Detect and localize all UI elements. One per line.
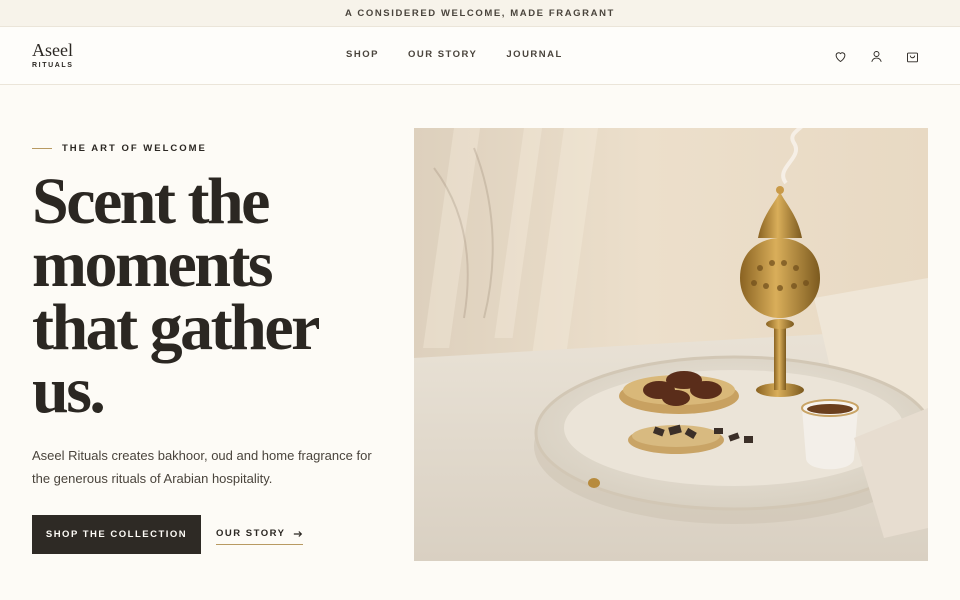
headline-line: Scent the — [32, 165, 270, 238]
our-story-link[interactable]: OUR STORY — [216, 523, 304, 545]
hero-lead: Aseel Rituals creates bakhoor, oud and h… — [32, 448, 372, 486]
arrow-right-icon — [294, 530, 303, 537]
headline-line: us. — [32, 354, 106, 427]
hero-headline: Scent the moments that gather us. — [32, 165, 392, 427]
eyebrow-text: THE ART OF WELCOME — [62, 143, 207, 154]
nav-item-journal[interactable]: JOURNAL — [506, 49, 562, 60]
eyebrow-rule — [32, 148, 52, 149]
announcement-text: A CONSIDERED WELCOME, MADE FRAGRANT — [345, 7, 615, 19]
shop-collection-label: SHOP THE COLLECTION — [45, 529, 188, 540]
user-icon[interactable] — [866, 46, 886, 66]
shop-collection-button[interactable]: SHOP THE COLLECTION — [32, 515, 201, 554]
brand-name: Aseel — [32, 40, 73, 60]
headline-line: that gather — [32, 291, 320, 364]
our-story-label: OUR STORY — [216, 528, 286, 539]
hero-image — [414, 128, 928, 561]
bag-icon[interactable] — [902, 46, 922, 66]
main-nav: SHOP OUR STORY JOURNAL — [346, 49, 563, 60]
site-header: Aseel RITUALS SHOP OUR STORY JOURNAL — [0, 27, 960, 85]
nav-item-our-story[interactable]: OUR STORY — [408, 49, 477, 60]
nav-item-shop[interactable]: SHOP — [346, 49, 379, 60]
brand-logo[interactable]: Aseel RITUALS — [32, 40, 74, 69]
announcement-bar: A CONSIDERED WELCOME, MADE FRAGRANT — [0, 0, 960, 27]
header-icons — [830, 46, 922, 66]
heart-icon[interactable] — [830, 46, 850, 66]
incense-burner-illustration — [414, 128, 928, 561]
hero-eyebrow: THE ART OF WELCOME — [32, 143, 207, 154]
headline-line: moments — [32, 228, 274, 301]
brand-sub: RITUALS — [32, 62, 74, 69]
